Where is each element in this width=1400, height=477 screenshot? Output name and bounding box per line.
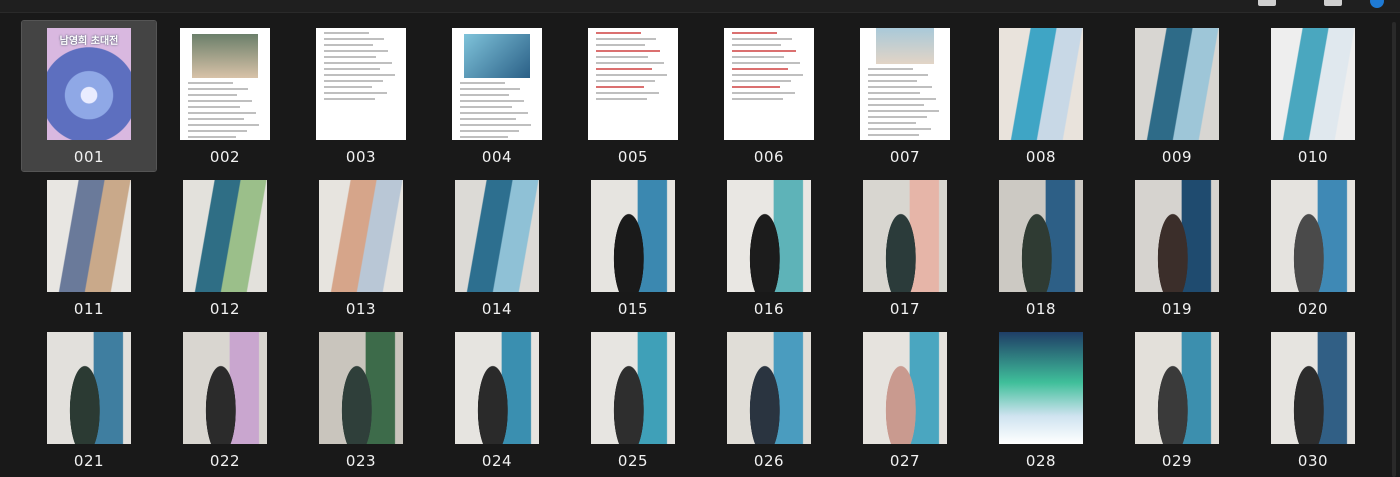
thumbnail-label: 011: [73, 300, 105, 318]
thumbnail-image: [863, 332, 947, 444]
thumbnail-label: 020: [1297, 300, 1329, 318]
thumbnail-image: [588, 28, 678, 140]
thumbnail-label: 005: [617, 148, 649, 166]
thumbnail-label: 012: [209, 300, 241, 318]
thumbnail-label: 028: [1025, 452, 1057, 470]
thumbnail-image: [47, 332, 131, 444]
thumbnail-item[interactable]: 021: [22, 325, 156, 475]
thumbnail-label: 007: [889, 148, 921, 166]
thumbnail-image: 남영희 초대전: [47, 28, 131, 140]
thumbnail-label: 021: [73, 452, 105, 470]
thumbnail-item[interactable]: 009: [1110, 21, 1244, 171]
window-icon[interactable]: [1258, 0, 1276, 6]
thumbnail-label: 015: [617, 300, 649, 318]
thumbnail-label: 029: [1161, 452, 1193, 470]
thumbnail-label: 010: [1297, 148, 1329, 166]
thumbnail-label: 008: [1025, 148, 1057, 166]
thumbnail-item[interactable]: 025: [566, 325, 700, 475]
thumbnail-item[interactable]: 010: [1246, 21, 1380, 171]
thumbnail-item[interactable]: 026: [702, 325, 836, 475]
thumbnail-label: 004: [481, 148, 513, 166]
thumbnail-label: 024: [481, 452, 513, 470]
thumbnail-item[interactable]: 004: [430, 21, 564, 171]
thumbnail-item[interactable]: 028: [974, 325, 1108, 475]
thumbnail-image: [724, 28, 814, 140]
thumbnail-label: 026: [753, 452, 785, 470]
thumbnail-item[interactable]: 013: [294, 173, 428, 323]
thumbnail-label: 009: [1161, 148, 1193, 166]
thumbnail-item[interactable]: 011: [22, 173, 156, 323]
thumbnail-image: [1135, 180, 1219, 292]
thumbnail-item[interactable]: 012: [158, 173, 292, 323]
thumbnail-item[interactable]: 015: [566, 173, 700, 323]
thumbnail-item[interactable]: 019: [1110, 173, 1244, 323]
thumbnail-image: [319, 332, 403, 444]
thumbnail-label: 014: [481, 300, 513, 318]
thumbnail-image: [999, 332, 1083, 444]
thumbnail-label: 022: [209, 452, 241, 470]
thumbnail-grid: 남영희 초대전 001 002 003 004 005 006 007 008 009 010 011…: [21, 20, 1382, 477]
thumbnail-label: 003: [345, 148, 377, 166]
thumbnail-label: 018: [1025, 300, 1057, 318]
top-toolbar: [0, 0, 1400, 13]
thumbnail-item[interactable]: 022: [158, 325, 292, 475]
thumbnail-image: [452, 28, 542, 140]
thumbnail-image: [1135, 28, 1219, 140]
thumbnail-image: [999, 180, 1083, 292]
thumbnail-image: [183, 332, 267, 444]
thumbnail-label: 016: [753, 300, 785, 318]
thumbnail-image: [1135, 332, 1219, 444]
thumbnail-label: 027: [889, 452, 921, 470]
thumbnail-label: 019: [1161, 300, 1193, 318]
thumbnail-label: 013: [345, 300, 377, 318]
thumbnail-image: [1271, 28, 1355, 140]
thumbnail-image: [319, 180, 403, 292]
thumbnail-image: [455, 332, 539, 444]
thumbnail-item[interactable]: 005: [566, 21, 700, 171]
thumbnail-image: [455, 180, 539, 292]
thumbnail-item[interactable]: 003: [294, 21, 428, 171]
thumbnail-image: [183, 180, 267, 292]
thumbnail-image: [999, 28, 1083, 140]
thumbnail-item[interactable]: 023: [294, 325, 428, 475]
poster-title: 남영희 초대전: [59, 36, 119, 47]
vertical-scrollbar[interactable]: [1392, 22, 1396, 477]
thumbnail-image: [863, 180, 947, 292]
thumbnail-image: [1271, 332, 1355, 444]
thumbnail-image: [727, 180, 811, 292]
thumbnail-label: 030: [1297, 452, 1329, 470]
thumbnail-image: [860, 28, 950, 140]
thumbnail-item[interactable]: 020: [1246, 173, 1380, 323]
thumbnail-label: 006: [753, 148, 785, 166]
notification-dot-icon[interactable]: [1370, 0, 1384, 8]
thumbnail-image: [1271, 180, 1355, 292]
thumbnail-image: [316, 28, 406, 140]
thumbnail-item[interactable]: 008: [974, 21, 1108, 171]
thumbnail-item[interactable]: 남영희 초대전 001: [21, 20, 157, 172]
thumbnail-item[interactable]: 016: [702, 173, 836, 323]
thumbnail-label: 002: [209, 148, 241, 166]
thumbnail-item[interactable]: 006: [702, 21, 836, 171]
thumbnail-item[interactable]: 002: [158, 21, 292, 171]
thumbnail-image: [47, 180, 131, 292]
thumbnail-image: [180, 28, 270, 140]
thumbnail-item[interactable]: 007: [838, 21, 972, 171]
thumbnail-image: [591, 180, 675, 292]
thumbnail-item[interactable]: 029: [1110, 325, 1244, 475]
thumbnail-item[interactable]: 014: [430, 173, 564, 323]
window-icon[interactable]: [1324, 0, 1342, 6]
thumbnail-item[interactable]: 017: [838, 173, 972, 323]
thumbnail-item[interactable]: 018: [974, 173, 1108, 323]
thumbnail-label: 025: [617, 452, 649, 470]
thumbnail-item[interactable]: 030: [1246, 325, 1380, 475]
thumbnail-label: 023: [345, 452, 377, 470]
thumbnail-image: [727, 332, 811, 444]
thumbnail-label: 017: [889, 300, 921, 318]
thumbnail-label: 001: [73, 148, 105, 166]
thumbnail-item[interactable]: 024: [430, 325, 564, 475]
thumbnail-image: [591, 332, 675, 444]
thumbnail-item[interactable]: 027: [838, 325, 972, 475]
